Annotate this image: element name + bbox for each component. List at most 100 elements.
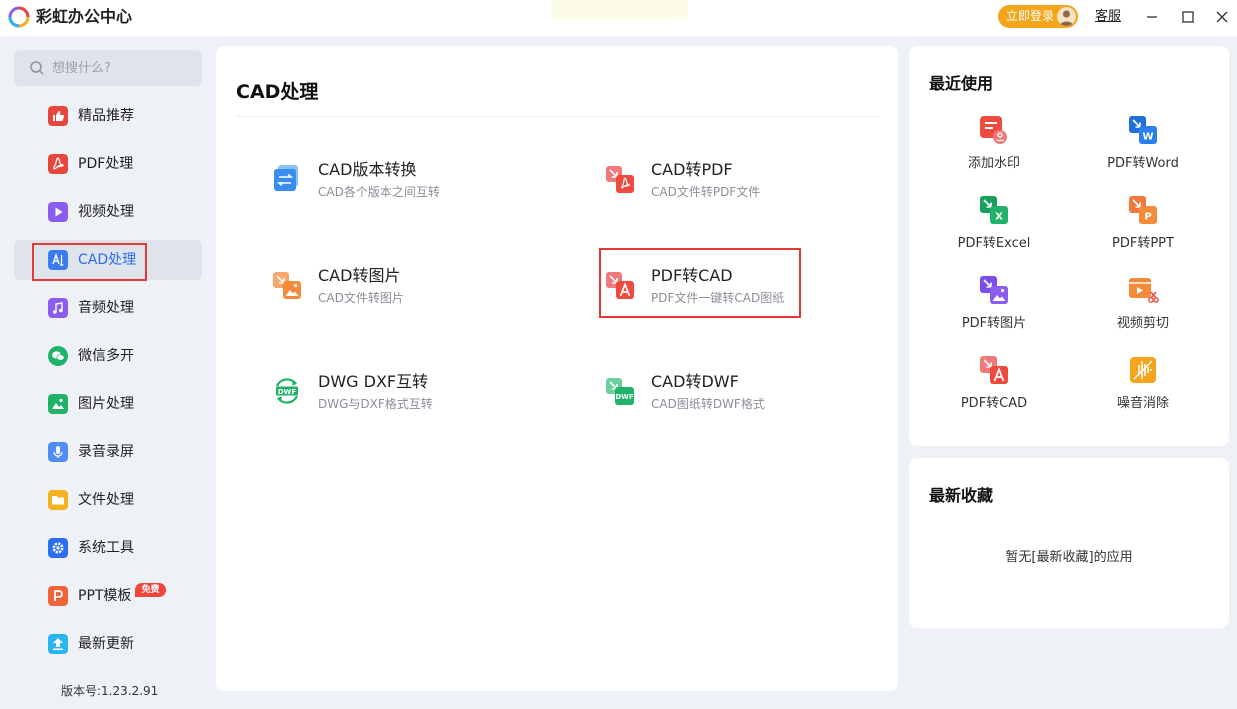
music-icon (48, 298, 68, 318)
tool-desc: CAD图纸转DWF格式 (651, 397, 765, 411)
wechat-icon (48, 346, 68, 366)
svg-text:X: X (995, 212, 1003, 223)
search-icon (30, 61, 44, 75)
recent-item-noise-removal[interactable]: 噪音消除 (1083, 354, 1203, 424)
gear-icon (48, 538, 68, 558)
tool-cad-to-image[interactable]: CAD转图片 CAD文件转图片 (272, 264, 522, 324)
sidebar-item-label: 视频处理 (78, 204, 134, 220)
play-icon (48, 202, 68, 222)
sidebar-item-label: 文件处理 (78, 492, 134, 508)
recent-item-label: PDF转Word (1107, 156, 1179, 171)
ppt-icon (48, 586, 68, 606)
sidebar-item-ppt[interactable]: PPT模板 (14, 576, 202, 616)
sidebar-item-audio[interactable]: 音频处理 (14, 288, 202, 328)
title-bar: 彩虹办公中心 立即登录 客服 (0, 0, 1237, 36)
tool-desc: CAD文件转PDF文件 (651, 185, 761, 199)
folder-icon (48, 490, 68, 510)
svg-text:P: P (1144, 212, 1151, 223)
favorites-panel: 最新收藏 暂无[最新收藏]的应用 (909, 458, 1229, 628)
recent-item-pdf-to-word[interactable]: W PDF转Word (1083, 114, 1203, 184)
pdf-to-cad-icon (980, 356, 1008, 384)
top-banner (552, 0, 688, 20)
sidebar-item-label: 图片处理 (78, 396, 134, 412)
sidebar-item-label: 微信多开 (78, 348, 134, 364)
login-label: 立即登录 (1006, 9, 1055, 23)
recent-item-label: PDF转Excel (957, 236, 1031, 251)
app-title: 彩虹办公中心 (36, 7, 133, 26)
sidebar-item-label: PDF处理 (78, 156, 134, 172)
pdf-to-excel-icon: X (980, 196, 1008, 224)
tool-cad-to-dwf[interactable]: DWF CAD转DWF CAD图纸转DWF格式 (605, 370, 855, 430)
sidebar-item-label: 录音录屏 (78, 444, 134, 460)
minimize-icon[interactable] (1141, 6, 1163, 28)
tool-cad-to-pdf[interactable]: CAD转PDF CAD文件转PDF文件 (605, 158, 855, 218)
sidebar-item-image[interactable]: 图片处理 (14, 384, 202, 424)
recent-item-video-cut[interactable]: 视频剪切 (1083, 274, 1203, 344)
rainbow-logo-icon (8, 6, 30, 28)
main-panel: CAD处理 CAD版本转换 CAD各个版本之间互转 CAD转PDF CAD文件转… (216, 46, 898, 691)
version-label: 版本号:1.23.2.91 (61, 684, 159, 698)
sidebar-item-file[interactable]: 文件处理 (14, 480, 202, 520)
sidebar-item-system[interactable]: 系统工具 (14, 528, 202, 568)
search-input[interactable] (52, 58, 192, 78)
pdf-to-ppt-icon: P (1129, 196, 1157, 224)
sidebar-item-video[interactable]: 视频处理 (14, 192, 202, 232)
sidebar-item-recommended[interactable]: 精品推荐 (14, 96, 202, 136)
cad-version-convert-icon (274, 165, 298, 191)
tool-desc: CAD文件转图片 (318, 291, 404, 305)
sidebar-item-pdf[interactable]: PDF处理 (14, 144, 202, 184)
login-button[interactable]: 立即登录 (998, 5, 1078, 28)
sidebar-item-label: 系统工具 (78, 540, 134, 556)
recent-item-pdf-to-image[interactable]: PDF转图片 (934, 274, 1054, 344)
dwg-dxf-icon: DWF (275, 378, 299, 404)
close-icon[interactable] (1211, 6, 1233, 28)
tool-name: DWG DXF互转 (318, 372, 429, 391)
customer-service-link[interactable]: 客服 (1095, 9, 1121, 25)
tool-name: CAD转DWF (651, 372, 739, 391)
favorites-empty-text: 暂无[最新收藏]的应用 (1005, 550, 1133, 565)
svg-text:DWF: DWF (615, 393, 634, 401)
favorites-title: 最新收藏 (929, 486, 994, 505)
tool-name: CAD转图片 (318, 266, 401, 285)
noise-removal-icon (1130, 357, 1156, 383)
recent-item-label: PDF转图片 (961, 316, 1027, 331)
tool-name: CAD版本转换 (318, 160, 417, 179)
microphone-icon (48, 442, 68, 462)
svg-text:DWF: DWF (278, 388, 297, 396)
recent-item-label: PDF转PPT (1112, 236, 1174, 251)
maximize-icon[interactable] (1177, 6, 1199, 28)
recent-item-pdf-to-ppt[interactable]: P PDF转PPT (1083, 194, 1203, 264)
recent-item-pdf-to-excel[interactable]: X PDF转Excel (934, 194, 1054, 264)
cad-selection-highlight (32, 243, 147, 281)
recent-item-label: PDF转CAD (960, 396, 1028, 411)
search-box[interactable] (14, 50, 202, 86)
image-icon (48, 394, 68, 414)
tool-cad-version-convert[interactable]: CAD版本转换 CAD各个版本之间互转 (272, 158, 522, 218)
pdf-icon (48, 154, 68, 174)
tool-desc: CAD各个版本之间互转 (318, 185, 440, 199)
recent-item-label: 视频剪切 (1116, 316, 1169, 331)
sidebar-item-wechat[interactable]: 微信多开 (14, 336, 202, 376)
title-divider (236, 116, 878, 117)
sidebar-item-updates[interactable]: 最新更新 (14, 624, 202, 664)
cad-to-pdf-icon (606, 166, 634, 193)
upload-icon (48, 634, 68, 654)
watermark-icon (980, 116, 1007, 144)
tool-dwg-dxf-convert[interactable]: DWF DWG DXF互转 DWG与DXF格式互转 (272, 370, 522, 430)
recent-item-label: 噪音消除 (1116, 396, 1169, 411)
sidebar-item-recording[interactable]: 录音录屏 (14, 432, 202, 472)
tool-name: CAD转PDF (651, 160, 733, 179)
sidebar-item-label: 最新更新 (78, 636, 134, 652)
recent-item-watermark[interactable]: 添加水印 (934, 114, 1054, 184)
pdf-to-cad-highlight (599, 248, 801, 318)
sidebar-item-label: 精品推荐 (78, 108, 134, 124)
svg-text:W: W (1142, 132, 1153, 143)
recent-panel: 最近使用 添加水印 W PDF转Word X PDF转Excel P PDF转P… (909, 46, 1229, 446)
recent-item-pdf-to-cad[interactable]: PDF转CAD (934, 354, 1054, 424)
recent-title: 最近使用 (929, 74, 994, 93)
page-title: CAD处理 (236, 81, 319, 103)
pdf-to-word-icon: W (1129, 116, 1157, 144)
video-cut-icon (1129, 278, 1159, 303)
cad-to-image-icon (273, 272, 301, 299)
pdf-to-image-icon (980, 276, 1008, 304)
